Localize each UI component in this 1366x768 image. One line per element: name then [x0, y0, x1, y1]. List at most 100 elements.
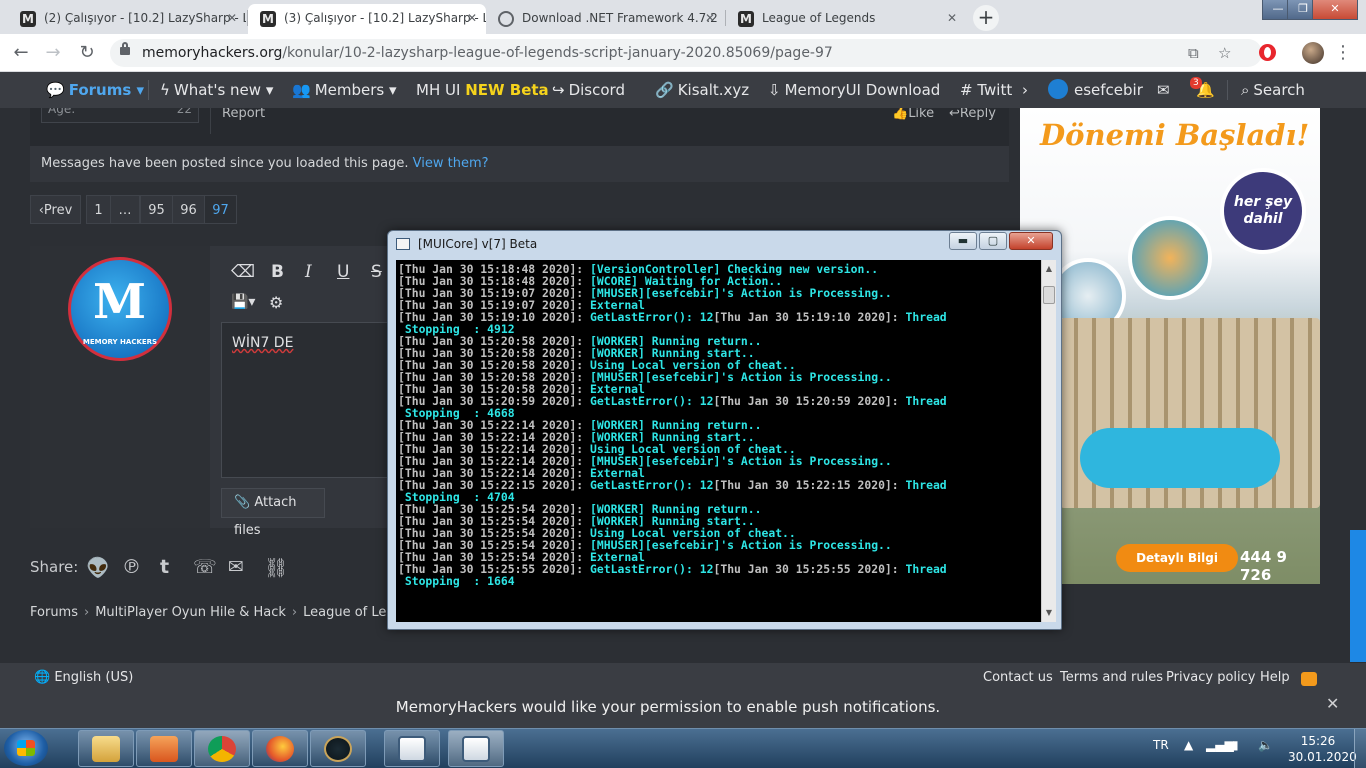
scroll-down-arrow-icon[interactable]: ▼	[1042, 606, 1056, 620]
profile-avatar[interactable]	[1302, 42, 1324, 64]
pagination-prev-button[interactable]: ‹Prev	[30, 195, 81, 224]
console-output[interactable]: [Thu Jan 30 15:18:48 2020]: [VersionCont…	[396, 260, 1041, 622]
whatsapp-icon[interactable]: ☏	[193, 556, 217, 578]
nav-user-account[interactable]: esefcebir	[1048, 72, 1143, 108]
console-scrollbar[interactable]: ▲ ▼	[1041, 260, 1056, 622]
show-desktop-button[interactable]	[1354, 729, 1366, 768]
nav-twitter[interactable]: # Twitt	[960, 72, 1012, 108]
attach-files-button[interactable]: 📎 Attach files	[221, 488, 325, 538]
email-share-icon[interactable]: ✉	[228, 556, 244, 578]
taskbar-chrome[interactable]	[194, 730, 250, 767]
hotel-advertisement[interactable]: Dönemi Başladı! her şey dahil Detaylı Bi…	[1020, 108, 1320, 584]
scroll-thumb[interactable]	[1043, 286, 1055, 304]
view-them-link[interactable]: View them?	[413, 156, 489, 171]
nav-whats-new[interactable]: ϟ What's new ▾	[160, 72, 273, 108]
nav-mh-ui[interactable]: MH UI NEW Beta	[416, 72, 549, 108]
system-clock[interactable]: 15:26 30.01.2020	[1288, 733, 1357, 765]
breadcrumb-multiplayer[interactable]: MultiPlayer Oyun Hile & Hack	[95, 605, 286, 620]
browser-tab-4[interactable]: League of Legends ✕	[726, 4, 966, 34]
bold-icon[interactable]: B	[271, 262, 284, 282]
browser-tab-2-active[interactable]: (3) Çalışıyor - [10.2] LazySharp - L ✕	[248, 4, 486, 34]
taskbar-console-1[interactable]	[384, 730, 440, 767]
inbox-envelope-icon[interactable]: ✉	[1157, 72, 1170, 108]
opera-extension-icon[interactable]	[1259, 44, 1276, 61]
forward-button[interactable]: →	[40, 40, 66, 66]
report-link[interactable]: Report	[222, 106, 265, 121]
close-window-button[interactable]: ✕	[1312, 0, 1358, 20]
tab-close-icon[interactable]: ✕	[947, 4, 957, 32]
save-draft-icon[interactable]: 💾▾	[231, 294, 255, 310]
breadcrumb-league[interactable]: League of Legends	[303, 605, 390, 620]
windows-start-button[interactable]	[4, 730, 48, 766]
console-close-button[interactable]: ✕	[1009, 232, 1053, 250]
reload-button[interactable]: ↻	[74, 40, 100, 66]
terms-link[interactable]: Terms and rules	[1060, 670, 1163, 685]
nav-memoryui-download[interactable]: ⇩ MemoryUI Download	[768, 72, 940, 108]
browser-menu-icon[interactable]: ⋮	[1334, 39, 1352, 67]
new-tab-button[interactable]: +	[973, 5, 999, 31]
breadcrumb-forums[interactable]: Forums	[30, 605, 78, 620]
memoryhackers-logo-avatar: M MEMORY HACKERS	[68, 257, 172, 361]
pagination-page-97-current[interactable]: 97	[204, 195, 237, 224]
share-arrow-icon: ↪	[552, 81, 565, 99]
nav-scroll-right-icon[interactable]: ›	[1022, 72, 1028, 108]
privacy-link[interactable]: Privacy policy	[1166, 670, 1255, 685]
taskbar-explorer[interactable]	[78, 730, 134, 767]
reddit-icon[interactable]: 👽	[86, 556, 110, 579]
language-selector[interactable]: 🌐 English (US)	[34, 670, 133, 685]
gear-icon[interactable]: ⚙	[269, 293, 283, 312]
volume-icon[interactable]: 🔈	[1258, 738, 1273, 752]
pagination-page-95[interactable]: 95	[140, 195, 173, 224]
network-signal-icon[interactable]: ▂▄▆	[1206, 738, 1234, 752]
strikethrough-icon[interactable]: S	[371, 262, 382, 282]
rss-icon[interactable]	[1301, 672, 1317, 686]
link-share-icon[interactable]: ⛓	[264, 556, 288, 579]
nav-discord[interactable]: ↪ Discord	[552, 72, 625, 108]
pagination-page-96[interactable]: 96	[172, 195, 205, 224]
underline-icon[interactable]: U	[337, 262, 349, 282]
bookmark-star-icon[interactable]: ☆	[1218, 39, 1231, 67]
browser-tab-3[interactable]: Download .NET Framework 4.7.2 ✕	[486, 4, 724, 34]
nav-kisalt[interactable]: 🔗 Kisalt.xyz	[655, 72, 749, 108]
address-bar[interactable]: memoryhackers.org/konular/10-2-lazysharp…	[110, 39, 1262, 67]
pagination-ellipsis[interactable]: …	[110, 195, 140, 224]
console-minimize-button[interactable]: ▬	[949, 232, 977, 250]
folder-icon	[92, 736, 120, 762]
pinterest-icon[interactable]: ℗	[122, 556, 141, 578]
muicore-console-window[interactable]: [MUICore] v[7] Beta ▬ ▢ ✕ [Thu Jan 30 15…	[387, 230, 1062, 630]
battery-icon[interactable]: ▮	[1232, 738, 1239, 752]
tab-close-icon[interactable]: ✕	[705, 4, 715, 32]
taskbar-console-2[interactable]	[448, 730, 504, 767]
back-button[interactable]: ←	[8, 40, 34, 66]
tab-close-icon[interactable]: ✕	[227, 4, 237, 32]
editor-content[interactable]: WİN7 DE	[232, 335, 293, 351]
taskbar-league-of-legends[interactable]	[310, 730, 366, 767]
console-timestamp: [Thu Jan 30 15:19:10 2020]:	[713, 310, 906, 324]
reply-button[interactable]: ↩Reply	[949, 106, 996, 121]
ad-waterpark-photo	[1128, 216, 1212, 300]
taskbar-media-player[interactable]	[136, 730, 192, 767]
input-language[interactable]: TR	[1153, 738, 1169, 752]
nav-search[interactable]: ⌕ Search	[1241, 72, 1305, 108]
tray-expand-icon[interactable]: ▲	[1184, 738, 1193, 752]
thumbs-up-icon: 👍	[892, 106, 909, 121]
scroll-up-arrow-icon[interactable]: ▲	[1042, 262, 1056, 276]
push-notification-message[interactable]: MemoryHackers would like your permission…	[0, 698, 1336, 716]
nav-forums[interactable]: 💬 Forums ▾	[46, 72, 144, 108]
help-link[interactable]: Help	[1260, 670, 1290, 685]
ad-details-button[interactable]: Detaylı Bilgi	[1116, 544, 1238, 572]
browser-tab-1[interactable]: (2) Çalışıyor - [10.2] LazySharp - L ✕	[8, 4, 246, 34]
eraser-icon[interactable]: ⌫	[231, 262, 255, 282]
contact-us-link[interactable]: Contact us	[983, 670, 1053, 685]
tumblr-icon[interactable]: t	[160, 556, 169, 578]
nav-members[interactable]: 👥 Members ▾	[292, 72, 397, 108]
console-maximize-button[interactable]: ▢	[979, 232, 1007, 250]
taskbar-firefox[interactable]	[252, 730, 308, 767]
pagination-page-1[interactable]: 1	[86, 195, 111, 224]
italic-icon[interactable]: I	[305, 262, 312, 282]
tab-close-icon[interactable]: ✕	[467, 4, 477, 32]
like-button[interactable]: 👍Like	[892, 106, 934, 121]
translate-icon[interactable]: ⧉	[1188, 39, 1199, 67]
close-icon[interactable]: ✕	[1326, 694, 1339, 713]
new-messages-notice: Messages have been posted since you load…	[30, 146, 1009, 182]
